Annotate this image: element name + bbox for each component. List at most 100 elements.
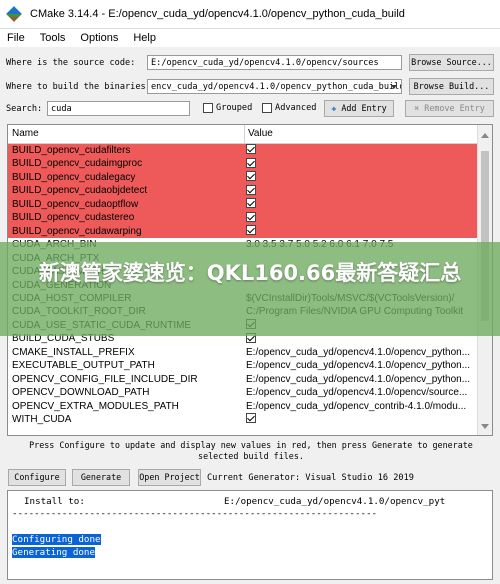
log-separator: ----------------------------------------…	[12, 508, 378, 519]
table-row[interactable]: WITH_CUDA	[8, 413, 478, 426]
table-header: Name Value	[8, 125, 492, 144]
output-log[interactable]: Install to: E:/opencv_cuda_yd/opencv4.1.…	[7, 490, 493, 580]
table-row[interactable]: OPENCV_DOWNLOAD_PATH E:/opencv_cuda_yd/op…	[8, 386, 478, 399]
row-value[interactable]	[246, 413, 474, 426]
remove-entry-button[interactable]: ✖ Remove Entry	[405, 100, 494, 117]
add-entry-label: Add Entry	[341, 103, 387, 113]
title-bar: CMake 3.14.4 - E:/opencv_cuda_yd/opencv4…	[0, 0, 500, 29]
row-value[interactable]	[246, 211, 474, 224]
row-value-text: E:/opencv_cuda_yd/opencv4.1.0/opencv_pyt…	[246, 360, 471, 372]
row-value-checkbox[interactable]	[246, 211, 256, 222]
search-label: Search:	[6, 104, 43, 114]
cmake-logo-icon	[6, 6, 22, 22]
row-name: BUILD_opencv_cudawarping	[12, 225, 142, 237]
menu-options[interactable]: Options	[73, 32, 126, 44]
window-title: CMake 3.14.4 - E:/opencv_cuda_yd/opencv4…	[30, 8, 405, 20]
row-name: CMAKE_INSTALL_PREFIX	[12, 346, 135, 358]
install-path: E:/opencv_cuda_yd/opencv4.1.0/opencv_pyt	[224, 496, 446, 507]
table-row[interactable]: BUILD_opencv_cudastereo	[8, 211, 478, 225]
row-name: BUILD_opencv_cudaimgproc	[12, 158, 143, 170]
search-input[interactable]: cuda	[47, 101, 190, 116]
menu-bar: File Tools Options Help	[0, 29, 500, 47]
menu-tools[interactable]: Tools	[33, 32, 74, 44]
row-value-checkbox[interactable]	[246, 198, 256, 209]
row-value-checkbox[interactable]	[246, 171, 256, 182]
row-value[interactable]: E:/opencv_cuda_yd/opencv4.1.0/opencv_pyt…	[246, 359, 474, 372]
row-value[interactable]	[246, 184, 474, 197]
menu-help[interactable]: Help	[126, 32, 164, 44]
row-name: BUILD_opencv_cudaobjdetect	[12, 185, 148, 197]
row-value[interactable]	[246, 144, 474, 157]
row-value-checkbox[interactable]	[246, 413, 256, 424]
table-row[interactable]: BUILD_opencv_cudaoptflow	[8, 197, 478, 212]
add-entry-button[interactable]: ✚ Add Entry	[324, 100, 394, 117]
header-value[interactable]: Value	[248, 128, 273, 139]
overlay-banner-text: 新澳管家婆速览：QKL160.66最新答疑汇总	[38, 261, 462, 285]
grouped-checkbox[interactable]	[203, 102, 213, 113]
row-value[interactable]: E:/opencv_cuda_yd/opencv_contrib-4.1.0/m…	[246, 400, 474, 413]
row-value[interactable]	[246, 225, 474, 238]
row-value-text: E:/opencv_cuda_yd/opencv_contrib-4.1.0/m…	[246, 400, 467, 412]
table-row[interactable]: BUILD_opencv_cudaimgproc	[8, 157, 478, 171]
menu-file[interactable]: File	[0, 32, 33, 44]
plus-icon: ✚	[331, 103, 337, 113]
row-value-checkbox[interactable]	[246, 144, 256, 155]
row-name: BUILD_opencv_cudalegacy	[12, 171, 136, 183]
table-row[interactable]: OPENCV_CONFIG_FILE_INCLUDE_DIR E:/opencv_…	[8, 373, 478, 386]
row-value-checkbox[interactable]	[246, 225, 256, 236]
header-name[interactable]: Name	[12, 128, 39, 139]
configure-button[interactable]: Configure	[8, 469, 66, 486]
row-name: EXECUTABLE_OUTPUT_PATH	[12, 360, 155, 372]
scroll-up-icon[interactable]	[481, 133, 489, 138]
log-generating-done[interactable]: Generating done	[12, 547, 95, 558]
row-name: OPENCV_EXTRA_MODULES_PATH	[12, 400, 179, 412]
row-name: OPENCV_CONFIG_FILE_INCLUDE_DIR	[12, 373, 198, 385]
table-row[interactable]: CMAKE_INSTALL_PREFIX E:/opencv_cuda_yd/op…	[8, 346, 478, 359]
row-name: BUILD_opencv_cudastereo	[12, 212, 135, 224]
table-row[interactable]: BUILD_opencv_cudawarping	[8, 224, 478, 239]
log-configuring-done[interactable]: Configuring done	[12, 534, 101, 545]
row-value-checkbox[interactable]	[246, 184, 256, 195]
table-row[interactable]: BUILD_opencv_cudaobjdetect	[8, 184, 478, 198]
generate-button[interactable]: Generate	[72, 469, 130, 486]
advanced-checkbox-wrap[interactable]: Advanced	[262, 102, 316, 113]
source-label: Where is the source code:	[6, 58, 136, 68]
browse-build-button[interactable]: Browse Build...	[409, 78, 494, 95]
browse-source-button[interactable]: Browse Source...	[409, 54, 494, 71]
row-value[interactable]: E:/opencv_cuda_yd/opencv4.1.0/opencv_pyt…	[246, 373, 474, 386]
row-value[interactable]	[246, 157, 474, 170]
build-label: Where to build the binaries:	[6, 82, 151, 92]
row-value-text: E:/opencv_cuda_yd/opencv4.1.0/opencv_pyt…	[246, 346, 471, 358]
current-generator-label: Current Generator: Visual Studio 16 2019	[207, 473, 414, 483]
table-row[interactable]: OPENCV_EXTRA_MODULES_PATH E:/opencv_cuda_…	[8, 400, 478, 413]
grouped-checkbox-wrap[interactable]: Grouped	[203, 102, 252, 113]
table-row[interactable]: BUILD_opencv_cudafilters	[8, 144, 478, 158]
table-row[interactable]: BUILD_opencv_cudalegacy	[8, 170, 478, 185]
row-value[interactable]: E:/opencv_cuda_yd/opencv4.1.0/opencv_pyt…	[246, 346, 474, 359]
row-name: BUILD_opencv_cudaoptflow	[12, 198, 139, 210]
row-value[interactable]	[246, 198, 474, 211]
row-value[interactable]: E:/opencv_cuda_yd/opencv4.1.0/opencv/sou…	[246, 386, 474, 399]
advanced-checkbox[interactable]	[262, 102, 272, 113]
source-path-input[interactable]: E:/opencv_cuda_yd/opencv4.1.0/opencv/sou…	[147, 55, 402, 70]
build-path-combobox[interactable]: encv_cuda_yd/opencv4.1.0/opencv_python_c…	[147, 79, 402, 94]
open-project-button[interactable]: Open Project	[138, 469, 201, 486]
row-value-checkbox[interactable]	[246, 157, 256, 168]
row-value-text: E:/opencv_cuda_yd/opencv4.1.0/opencv/sou…	[246, 387, 468, 399]
remove-entry-label: Remove Entry	[424, 103, 485, 113]
table-row[interactable]: EXECUTABLE_OUTPUT_PATH E:/opencv_cuda_yd/…	[8, 359, 478, 372]
advanced-label: Advanced	[275, 103, 317, 113]
overlay-banner	[0, 242, 500, 336]
row-name: WITH_CUDA	[12, 414, 72, 425]
row-value[interactable]	[246, 171, 474, 184]
grouped-label: Grouped	[216, 103, 253, 113]
chevron-down-icon[interactable]	[391, 85, 397, 89]
column-separator[interactable]	[244, 125, 245, 143]
row-value-text: E:/opencv_cuda_yd/opencv4.1.0/opencv_pyt…	[246, 373, 471, 385]
remove-icon: ✖	[414, 103, 420, 113]
build-path-value: encv_cuda_yd/opencv4.1.0/opencv_python_c…	[151, 82, 402, 92]
row-name: BUILD_opencv_cudafilters	[12, 145, 131, 156]
scroll-down-icon[interactable]	[481, 424, 489, 429]
install-label: Install to:	[24, 496, 85, 507]
configure-hint-text: Press Configure to update and display ne…	[29, 440, 473, 461]
